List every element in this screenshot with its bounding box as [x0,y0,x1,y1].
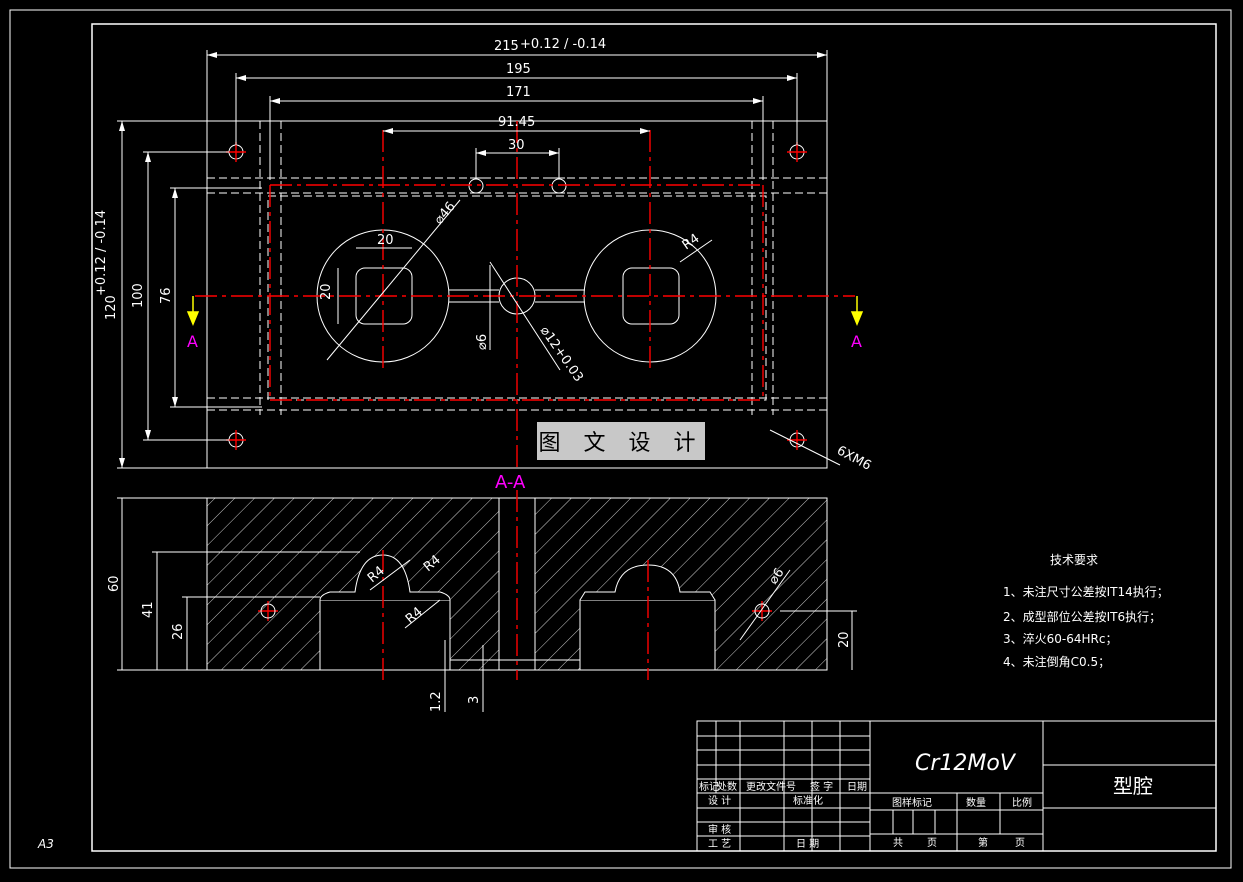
dim-r4-c: R4 [403,604,426,627]
tech-item-1: 1、未注尺寸公差按IT14执行； [1003,584,1169,599]
section-hatch-left [206,497,500,671]
label-standardize: 标准化 [793,794,823,807]
label-sign: 签 字 [810,780,833,793]
label-date2: 日 期 [796,838,819,850]
label-scale: 比例 [1012,796,1032,809]
material-label: Cr12MoV [915,751,1017,776]
dim-dia-12: ⌀12+0.03 [537,324,586,385]
label-drawing-mark: 图样标记 [892,796,932,809]
label-design: 设 计 [708,794,731,807]
dim-20-top: 20 [377,233,394,248]
label-count: 处数 [717,780,737,793]
watermark-stamp: 图 文 设 计 [537,422,705,460]
section-view: A-A 60 41 26 20 1.2 3 R4 R4 R4 ⌀6 [107,472,857,712]
plan-view: A A 215 +0.12 / -0.14 195 171 91.45 30 2… [94,37,874,474]
dim-overall-width-tol: +0.12 / -0.14 [520,37,606,52]
dim-gate-width: 30 [508,138,525,153]
section-marker-left: A [187,332,198,351]
title-block-text: Cr12MoV 型腔 标记 处数 更改文件号 签 字 日期 设 计 标准化 审 … [699,751,1153,850]
section-hatch-right [534,497,828,671]
label-sheet-no: 第 [978,836,988,849]
tech-item-4: 4、未注倒角C0.5； [1003,654,1110,669]
label-review: 审 核 [708,823,731,836]
dim-overall-height: 120 [104,295,119,320]
dim-dia-46: ⌀46 [432,199,459,227]
dim-overall-width: 215 [494,39,519,54]
section-marker-right: A [851,332,862,351]
label-mark: 标记 [699,781,719,793]
tech-item-3: 3、淬火60-64HRc； [1003,631,1117,646]
dim-1-2: 1.2 [429,691,444,712]
section-title: A-A [495,472,526,493]
label-date: 日期 [847,781,867,793]
dim-3: 3 [467,696,482,704]
label-process: 工 艺 [708,838,731,850]
label-quantity: 数量 [966,796,986,809]
dim-height-26: 26 [171,623,186,640]
dim-height-60: 60 [107,575,122,592]
label-page2: 页 [1015,837,1025,849]
dim-height-20: 20 [837,631,852,648]
dim-radius-r4: R4 [680,231,703,253]
tech-item-2: 2、成型部位公差按IT6执行； [1003,609,1161,624]
dim-pitch-x: 171 [506,85,531,100]
sheet-size-label: A3 [37,837,54,851]
label-total: 共 [893,837,903,849]
dim-slot-pitch-y: 76 [159,287,174,304]
dim-thread: 6XM6 [834,443,873,473]
label-page: 页 [927,837,937,849]
dim-height-41: 41 [141,601,156,618]
part-name: 型腔 [1113,774,1153,798]
dim-cavity-pitch: 91.45 [498,115,535,130]
dim-20-side: 20 [319,283,334,300]
dim-overall-height-tol: +0.12 / -0.14 [94,210,109,296]
tech-requirements: 技术要求 1、未注尺寸公差按IT14执行； 2、成型部位公差按IT6执行； 3、… [1003,553,1169,669]
label-change-doc: 更改文件号 [746,780,796,793]
dim-hole-pitch-y: 100 [131,283,146,308]
dim-dia-6: ⌀6 [475,334,490,350]
dim-hole-pitch-x: 195 [506,62,531,77]
tech-title: 技术要求 [1050,553,1098,567]
